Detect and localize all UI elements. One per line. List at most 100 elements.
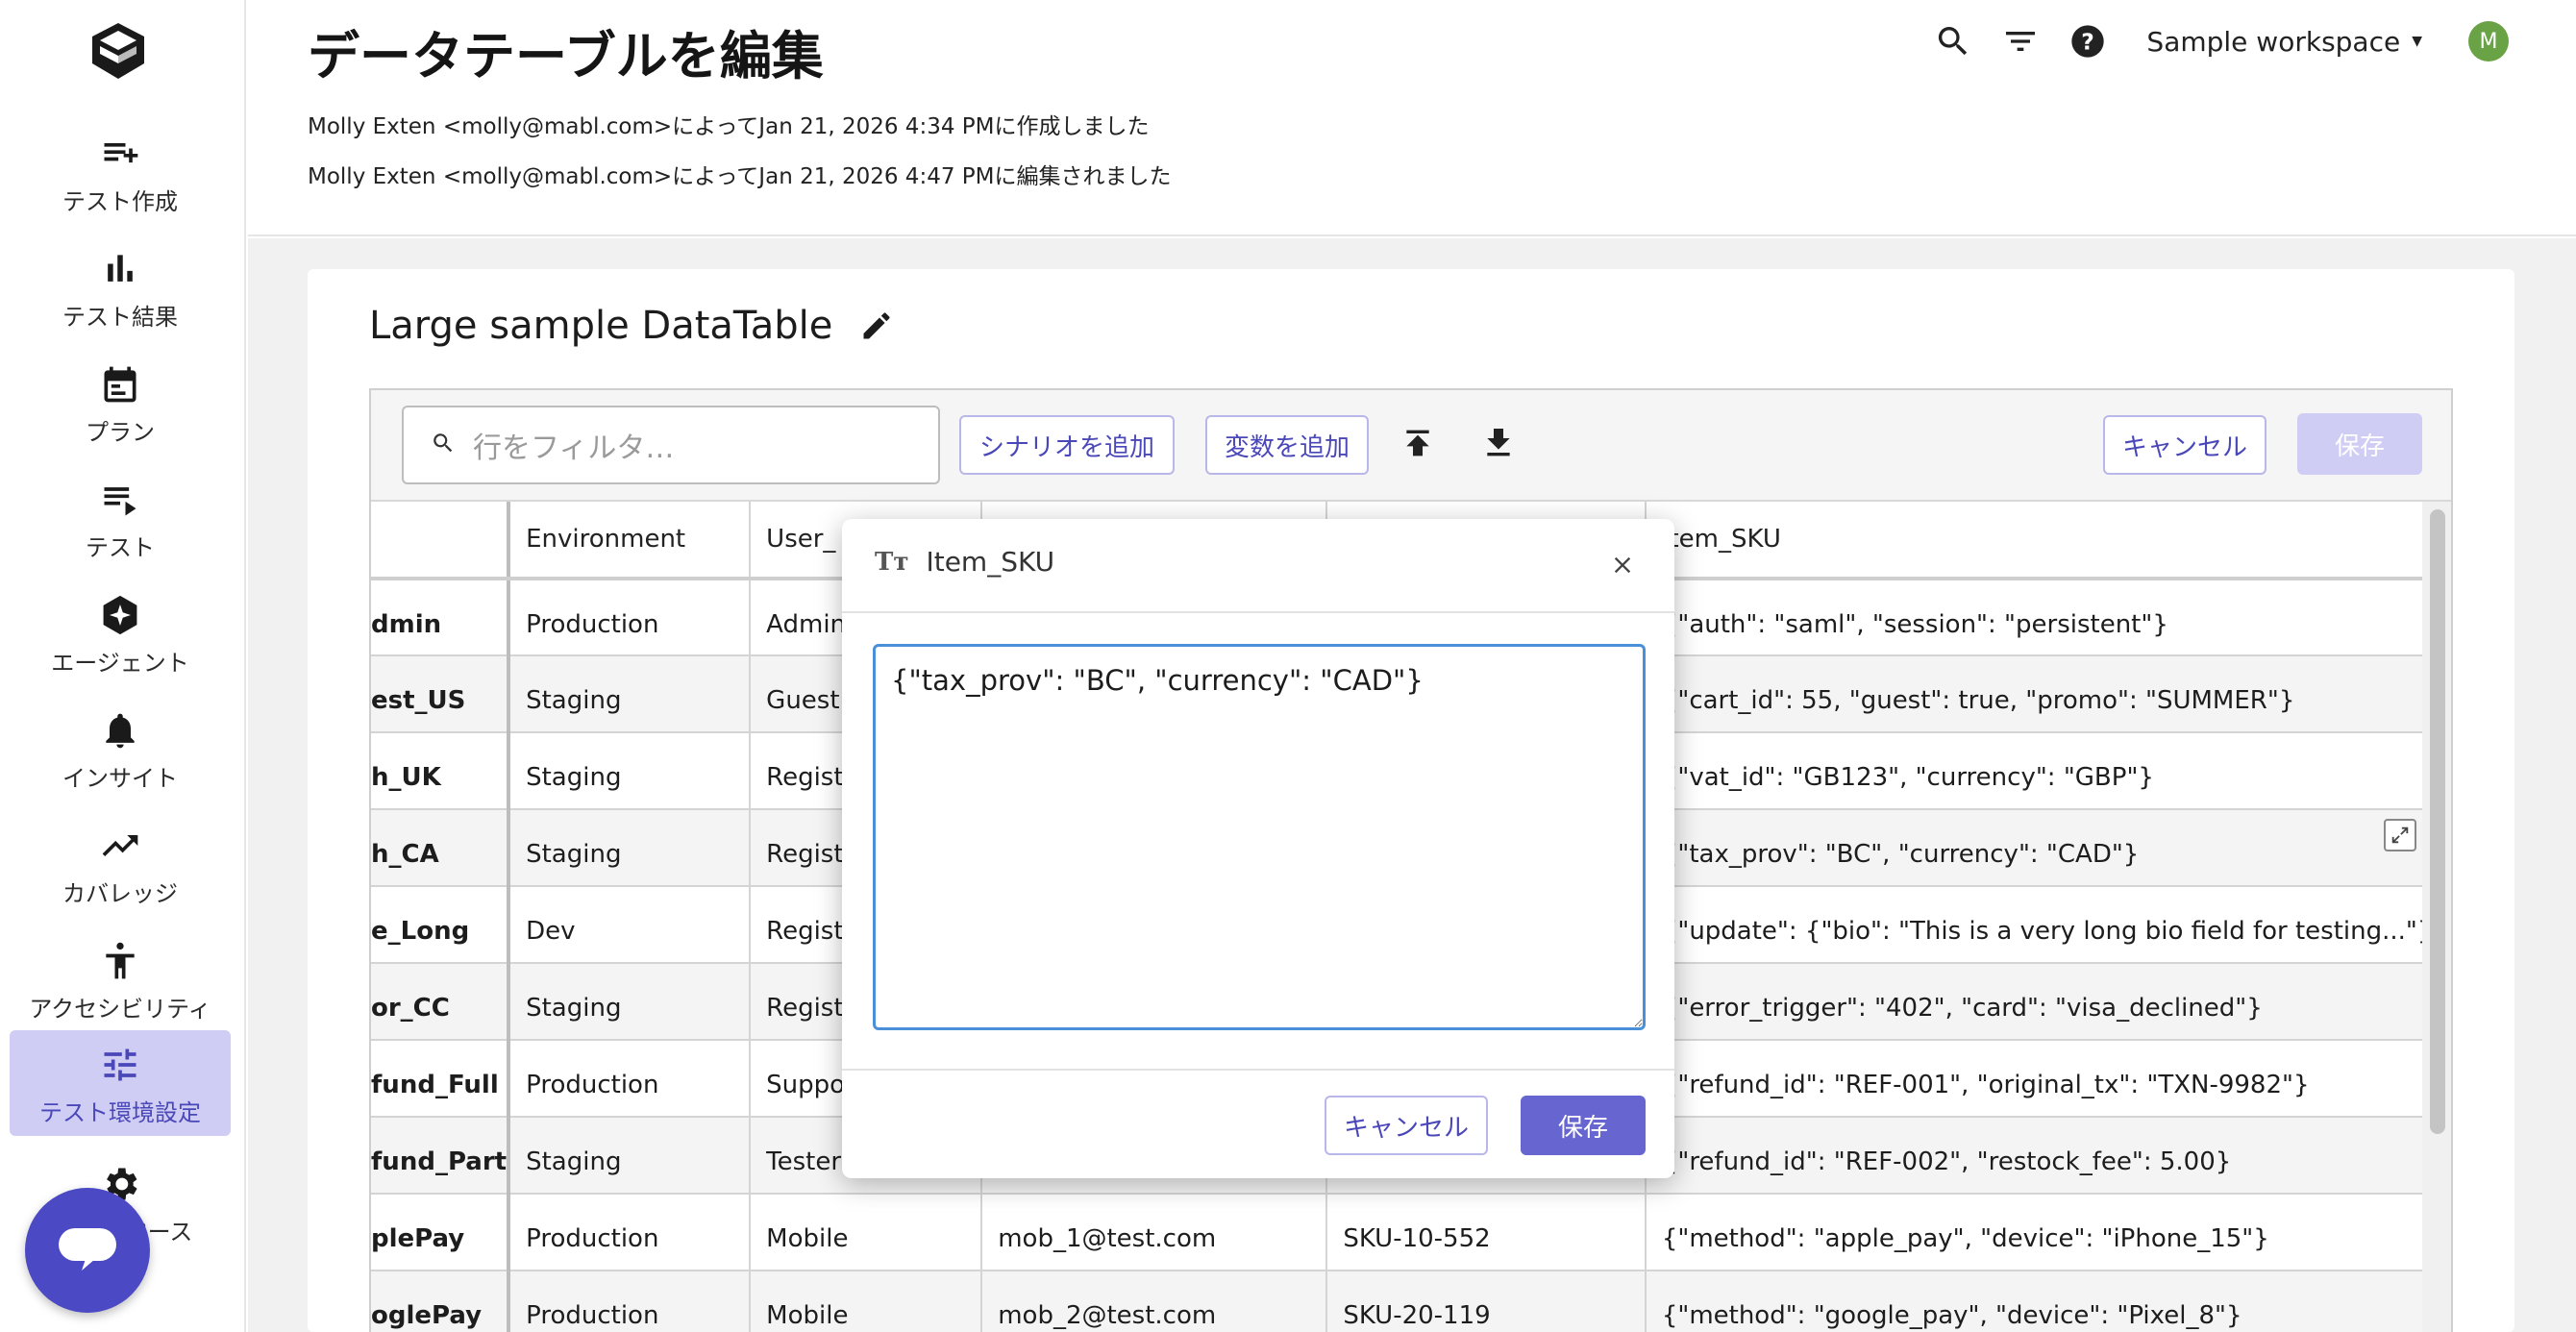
sidebar-item-accessibility[interactable]: アクセシビリティ [10,926,231,1032]
cell-value-textarea[interactable] [873,644,1646,1030]
table-cell[interactable]: Production [508,1270,752,1332]
bar-chart-icon [99,248,141,290]
pencil-icon[interactable] [857,307,896,345]
table-cell[interactable]: Staging [508,963,752,1041]
table-cell[interactable]: oglePay [371,1270,511,1332]
table-cell[interactable]: SKU-20-119 [1326,1270,1647,1332]
sidebar-item-label: カバレッジ [62,880,178,907]
table-cell[interactable]: {"method": "apple_pay", "device": "iPhon… [1645,1194,2451,1271]
add-variable-button[interactable]: 変数を追加 [1205,415,1369,475]
page-title: データテーブルを編集 [308,26,824,86]
dialog-save-button[interactable]: 保存 [1521,1096,1646,1155]
sidebar-item-tests[interactable]: テスト [10,465,231,571]
edited-info: Molly Exten <molly@mabl.com>によってJan 21, … [308,164,1172,189]
trend-icon [99,825,141,867]
table-cell[interactable]: {"method": "google_pay", "device": "Pixe… [1645,1270,2451,1332]
sidebar-item-label: テスト結果 [62,304,178,331]
svg-text:?: ? [2082,28,2095,55]
scrollbar-thumb[interactable] [2430,509,2445,1134]
table-cell[interactable]: mob_1@test.com [981,1194,1328,1271]
datatable-name: Large sample DataTable [369,304,833,348]
table-row: oglePay Production Mobile mob_2@test.com SKU… [371,1270,2451,1332]
column-header[interactable] [371,502,511,580]
sidebar-item-insights[interactable]: インサイト [10,696,231,802]
table-cell[interactable]: mob_2@test.com [981,1270,1328,1332]
table-cell[interactable]: {"cart_id": 55, "guest": true, "promo": … [1645,655,2451,733]
mabl-logo[interactable] [88,21,148,83]
add-scenario-button[interactable]: シナリオを追加 [959,415,1175,475]
chat-icon [57,1224,118,1276]
row-filter-input[interactable]: 行をフィルタ… [402,406,940,484]
table-cell[interactable]: fund_Part [371,1117,511,1195]
table-cell[interactable]: Production [508,1194,752,1271]
cell-edit-dialog: Tт Item_SKU キャンセル 保存 [842,519,1674,1178]
table-cell[interactable]: plePay [371,1194,511,1271]
table-cell[interactable]: SKU-10-552 [1326,1194,1647,1271]
table-cell[interactable]: h_UK [371,732,511,810]
table-cell[interactable]: Mobile [750,1194,983,1271]
sidebar-item-label: エージェント [51,650,189,677]
sidebar-item-label: テスト環境設定 [39,1099,201,1126]
avatar[interactable]: M [2468,21,2509,62]
table-cell[interactable]: Mobile [750,1270,983,1332]
table-cell[interactable]: {"vat_id": "GB123", "currency": "GBP"} [1645,732,2451,810]
sidebar-item-environment-settings[interactable]: テスト環境設定 [10,1030,231,1136]
table-cell[interactable]: {"refund_id": "REF-001", "original_tx": … [1645,1040,2451,1118]
table-cell[interactable]: est_US [371,655,511,733]
save-button[interactable]: 保存 [2297,413,2422,475]
table-cell[interactable]: Production [508,1040,752,1118]
dialog-header: Tт Item_SKU [842,519,1674,613]
column-header[interactable]: Item_SKU [1645,502,2451,580]
dialog-column-name: Item_SKU [926,546,1055,578]
sliders-icon [99,1044,141,1086]
chat-button[interactable] [25,1188,150,1313]
create-test-icon [99,133,141,175]
calendar-icon [99,363,141,406]
sidebar-item-agent[interactable]: エージェント [10,580,231,686]
dialog-title: Tт Item_SKU [875,546,1054,578]
filter-placeholder: 行をフィルタ… [473,432,675,465]
page-header: データテーブルを編集 Molly Exten <molly@mabl.com>に… [248,0,2576,236]
table-cell[interactable]: dmin [371,579,511,656]
help-icon[interactable]: ? [2064,17,2112,65]
filter-icon[interactable] [1996,17,2044,65]
table-cell[interactable]: {"error_trigger": "402", "card": "visa_d… [1645,963,2451,1041]
datatable-title: Large sample DataTable [369,304,896,348]
upload-icon[interactable] [1394,419,1442,467]
workspace-selector[interactable]: Sample workspace ▼ [2146,26,2422,58]
dialog-divider [842,1069,1674,1071]
sidebar-item-create-test[interactable]: テスト作成 [10,119,231,225]
search-icon[interactable] [1929,17,1977,65]
close-icon[interactable] [1605,548,1640,582]
table-cell[interactable]: {"refund_id": "REF-002", "restock_fee": … [1645,1117,2451,1195]
table-cell[interactable]: {"update": {"bio": "This is a very long … [1645,886,2451,964]
table-cell[interactable]: Staging [508,655,752,733]
sidebar-item-test-results[interactable]: テスト結果 [10,234,231,340]
download-icon[interactable] [1474,419,1523,467]
accessibility-icon [99,940,141,982]
table-cell[interactable]: Production [508,579,752,656]
expand-cell-icon[interactable] [2384,819,2416,851]
cancel-button[interactable]: キャンセル [2103,415,2266,475]
dialog-cancel-button[interactable]: キャンセル [1325,1096,1488,1155]
workspace-name: Sample workspace [2146,25,2401,58]
table-cell[interactable]: or_CC [371,963,511,1041]
table-cell[interactable]: Staging [508,732,752,810]
sidebar-item-label: インサイト [62,765,178,792]
agent-icon [99,594,141,636]
column-header[interactable]: Environment [508,502,752,580]
sidebar-item-label: テスト作成 [62,188,178,215]
table-cell[interactable]: h_CA [371,809,511,887]
sidebar-item-plans[interactable]: プラン [10,350,231,456]
text-type-icon: Tт [875,547,909,577]
sidebar-item-coverage[interactable]: カバレッジ [10,811,231,917]
table-cell[interactable]: fund_Full [371,1040,511,1118]
table-cell[interactable]: {"tax_prov": "BC", "currency": "CAD"} [1645,809,2451,887]
table-cell[interactable]: {"auth": "saml", "session": "persistent"… [1645,579,2451,656]
table-cell[interactable]: e_Long [371,886,511,964]
table-cell[interactable]: Staging [508,1117,752,1195]
table-row: plePay Production Mobile mob_1@test.com SKU-… [371,1194,2451,1271]
table-cell[interactable]: Staging [508,809,752,887]
table-cell[interactable]: Dev [508,886,752,964]
created-info: Molly Exten <molly@mabl.com>によってJan 21, … [308,114,1150,139]
